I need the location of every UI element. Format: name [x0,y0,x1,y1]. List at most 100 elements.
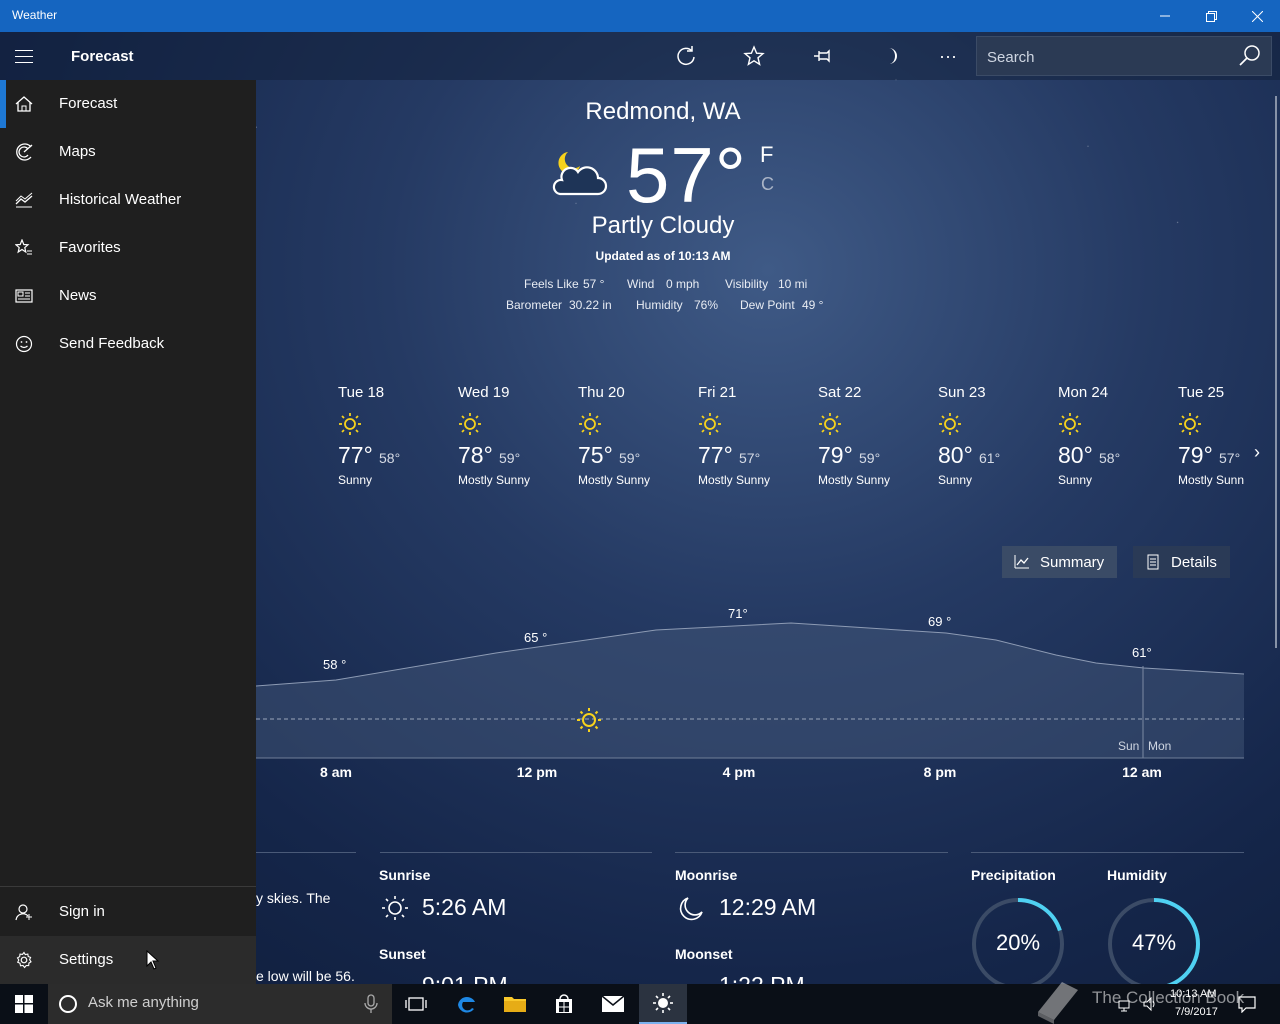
edge-icon [458,997,475,1013]
nav-item-label: Settings [59,951,114,968]
minimize-button[interactable] [1142,0,1188,32]
details-tab[interactable]: Details [1133,546,1230,578]
day-split-right: Mon [1148,739,1171,753]
day-summary-text-2: e low will be 56. [256,968,355,984]
nav-item-label: Favorites [59,239,121,256]
day-low-temp: 58° [379,450,401,466]
taskbar-weather[interactable] [639,984,687,1024]
temp-label-0: 58 ° [323,657,346,672]
taskbar-file-explorer[interactable] [491,984,539,1024]
day-high-temp: 77° [698,442,733,468]
current-temperature: 57° [626,131,747,219]
day-condition: Mostly Sunn [1178,473,1245,487]
gear-icon [16,951,32,969]
search-input[interactable] [987,47,1227,67]
hourly-temperature-chart: 58 ° 65 ° 71° 69 ° 61° Sun Mon [256,606,1245,759]
temp-label-2: 71° [728,606,748,621]
chart-icon [15,192,33,208]
moonrise-time: 12:29 AM [719,894,817,920]
nav-item-settings[interactable]: Settings [0,936,256,984]
nav-item-label: Historical Weather [59,191,182,208]
dew-point-label: Dew Point [740,298,795,312]
sunset-label: Sunset [379,946,426,962]
taskbar-edge[interactable] [442,984,490,1024]
microphone-icon[interactable] [364,994,378,1014]
refresh-icon [677,46,695,66]
favorite-button[interactable] [738,40,770,72]
day-condition: Mostly Sunny [818,473,891,487]
nav-item-news[interactable]: News [0,272,256,320]
nav-item-label: Sign in [59,903,105,920]
close-icon [1251,10,1263,22]
day-high-temp: 79° [1178,442,1213,468]
summary-tab[interactable]: Summary [1002,546,1117,578]
day-low-temp: 59° [499,450,521,466]
refresh-button[interactable] [670,40,702,72]
dew-point-value: 49 ° [802,298,824,312]
feels-like-value: 57 ° [583,277,605,291]
day-high-temp: 80° [938,442,973,468]
day-low-temp: 57° [1219,450,1241,466]
sun-icon [459,413,481,435]
more-button[interactable]: ··· [932,40,964,72]
sunset-time: 9:01 PM [422,972,508,984]
fahrenheit-toggle[interactable]: F [760,142,773,168]
temp-label-3: 69 ° [928,614,951,629]
feels-like-label: Feels Like [524,277,579,291]
restore-button[interactable] [1188,0,1234,32]
nav-item-historical-weather[interactable]: Historical Weather [0,176,256,224]
window-title: Weather [12,8,58,22]
weather-sun-icon [653,993,673,1013]
line-chart-icon [1014,555,1029,569]
nav-item-send-feedback[interactable]: Send Feedback [0,320,256,368]
nav-item-sign-in[interactable]: Sign in [0,888,256,936]
nav-item-forecast[interactable]: Forecast [0,80,256,128]
search-icon[interactable] [1237,43,1263,69]
hour-label-4: 12 am [1122,764,1162,780]
cortana-search-box[interactable]: Ask me anything [48,984,392,1024]
day-name: Thu 20 [578,384,625,401]
celsius-toggle[interactable]: C [761,174,774,195]
humidity-value: 76% [694,298,719,312]
day-name: Sun 23 [938,384,986,401]
restore-icon [1205,10,1217,22]
task-view-button[interactable] [392,984,440,1024]
updated-time: Updated as of 10:13 AM [595,249,731,263]
volume-icon[interactable] [1142,996,1158,1012]
sunrise-icon [382,896,408,920]
weather-app-window: Weather Forecast ··· Redmond, WA 57° F C [0,0,1280,1024]
nav-item-favorites[interactable]: Favorites [0,224,256,272]
theme-button[interactable] [874,40,906,72]
vertical-scrollbar[interactable] [1275,96,1277,648]
star-list-icon [15,239,32,255]
wind-label: Wind [627,277,655,291]
humidity-ring-label: Humidity [1107,867,1167,883]
moonset-time: 1:22 PM [719,972,805,984]
watermark-text: The Collection Book [1092,988,1245,1007]
sun-icon [339,413,361,435]
hour-label-3: 8 pm [923,764,957,780]
pin-button[interactable] [806,40,838,72]
sunrise-label: Sunrise [379,867,431,883]
day-high-temp: 79° [818,442,853,468]
nav-item-maps[interactable]: Maps [0,128,256,176]
temp-label-4: 61° [1132,645,1152,660]
taskbar-mail[interactable] [589,984,637,1024]
mail-icon [601,995,625,1012]
smiley-icon [15,335,33,353]
temp-label-1: 65 ° [524,630,547,645]
barometer-value: 30.22 in [569,298,612,312]
action-center-icon[interactable] [1238,995,1256,1013]
network-icon[interactable] [1118,996,1134,1012]
day-condition: Mostly Sunny [458,473,531,487]
hour-label-2: 4 pm [722,764,756,780]
day-split-left: Sun [1118,739,1139,753]
close-button[interactable] [1234,0,1280,32]
clock-date[interactable]: 7/9/2017 [1175,1006,1218,1018]
taskbar-store[interactable] [540,984,588,1024]
sun-icon [579,413,601,435]
start-button[interactable] [0,984,48,1024]
hamburger-menu-button[interactable] [0,32,48,80]
chevron-right-icon[interactable]: › [1254,442,1260,463]
clock-time[interactable]: 10:13 AM [1170,988,1216,1000]
